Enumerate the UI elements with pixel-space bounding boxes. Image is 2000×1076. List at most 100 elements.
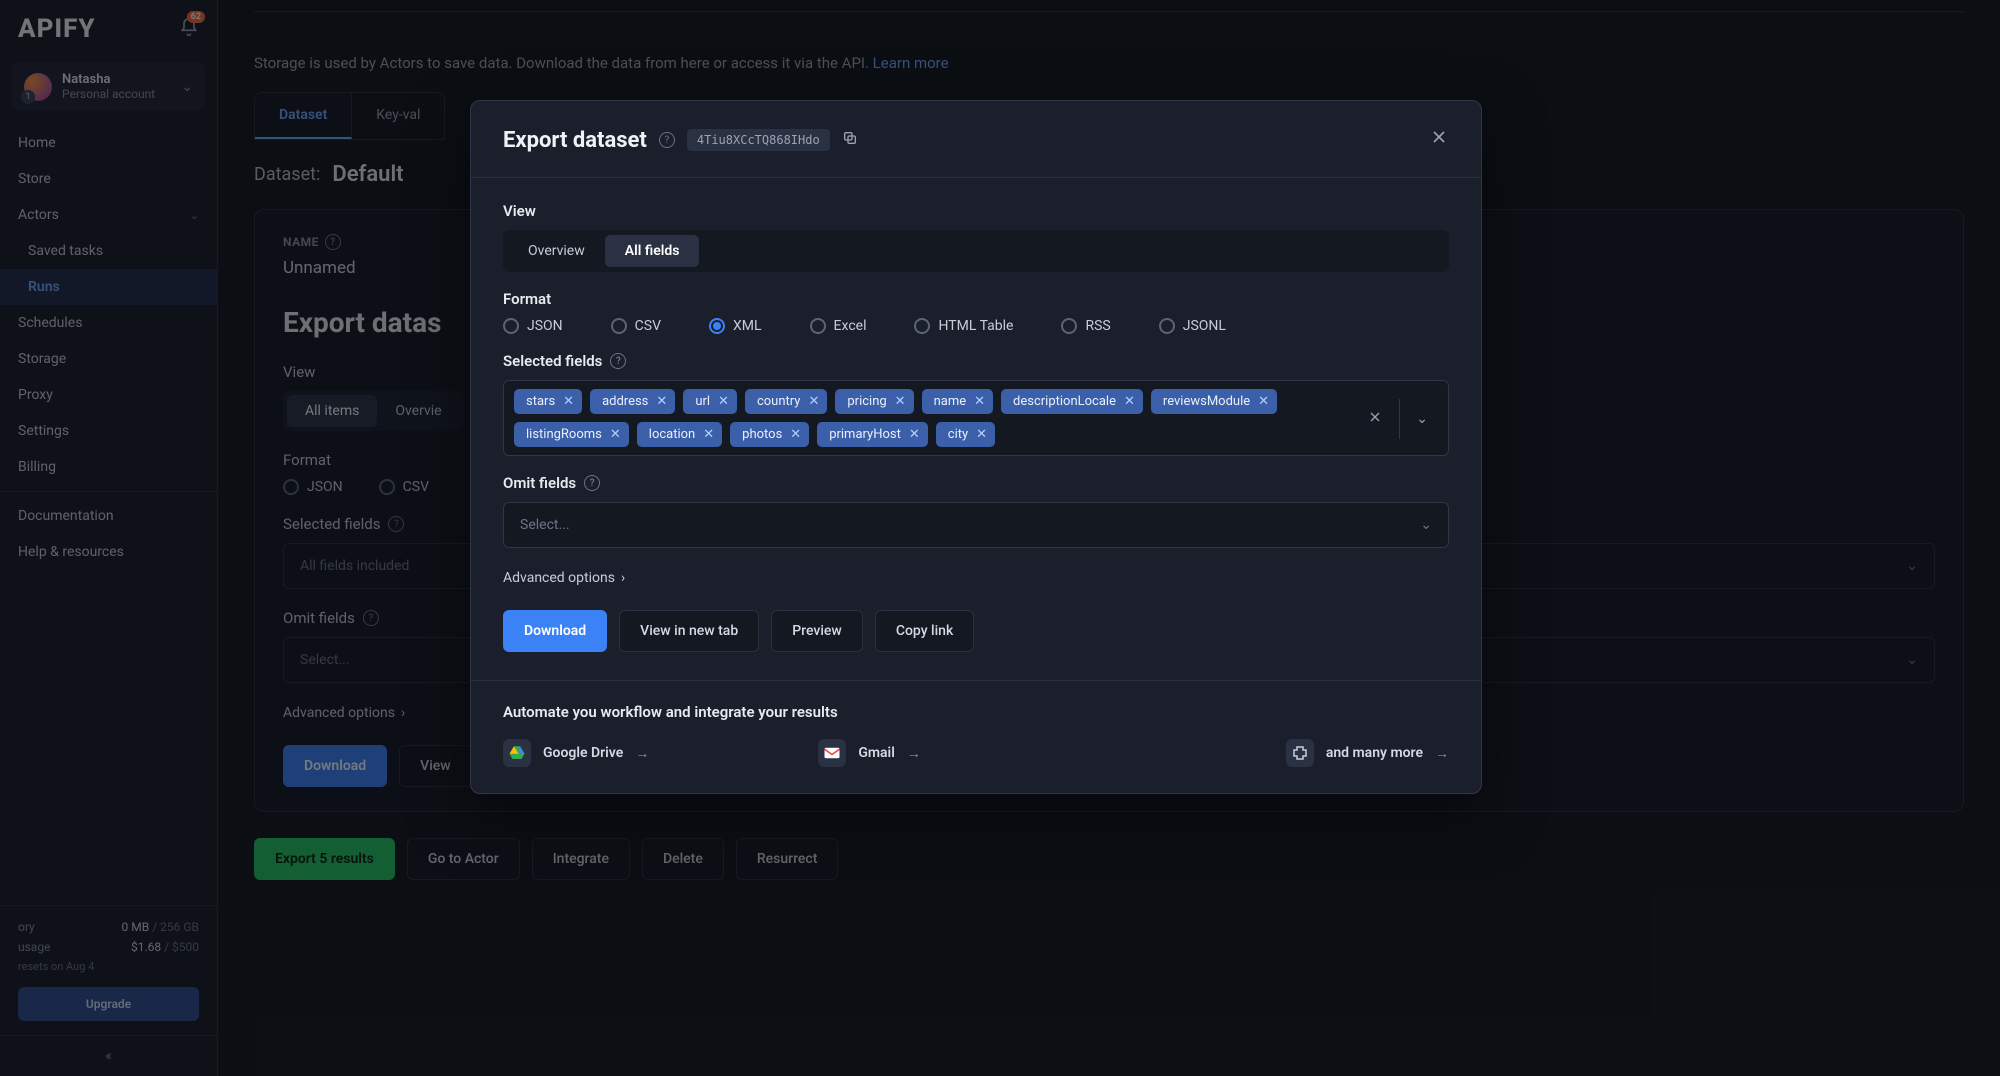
modal-title: Export dataset	[503, 128, 647, 153]
puzzle-icon	[1286, 739, 1314, 767]
close-icon	[1429, 127, 1449, 147]
modal-format-excel-label: Excel	[834, 318, 867, 334]
integration-gmail[interactable]: Gmail →	[818, 739, 1133, 767]
radio-icon	[1159, 318, 1175, 334]
modal-view-pill-group: Overview All fields	[503, 230, 1449, 272]
modal-format-jsonl-label: JSONL	[1183, 318, 1226, 334]
field-chip-label: address	[602, 394, 648, 409]
selected-fields-input[interactable]: stars✕address✕url✕country✕pricing✕name✕d…	[503, 380, 1449, 456]
modal-selected-fields-label: Selected fields ?	[503, 352, 1449, 370]
modal-preview-button[interactable]: Preview	[771, 610, 863, 652]
close-modal-button[interactable]	[1429, 127, 1449, 153]
modal-omit-fields-select[interactable]: Select... ⌄	[503, 502, 1449, 548]
field-chip: country ✕	[745, 389, 827, 414]
modal-advanced-options-toggle[interactable]: Advanced options ›	[503, 570, 1449, 586]
field-chip-label: url	[695, 394, 710, 409]
modal-view-all-fields[interactable]: All fields	[605, 235, 700, 267]
modal-format-label: Format	[503, 290, 1449, 308]
field-chip-label: country	[757, 394, 801, 409]
modal-format-xml-label: XML	[733, 318, 762, 334]
help-icon[interactable]: ?	[610, 353, 626, 369]
radio-icon	[914, 318, 930, 334]
modal-body: View Overview All fields Format JSON CSV…	[471, 177, 1481, 680]
chips-container: stars✕address✕url✕country✕pricing✕name✕d…	[514, 389, 1353, 447]
field-chip: listingRooms✕	[514, 422, 629, 447]
chevron-down-icon: ⌄	[1420, 517, 1432, 533]
field-chip-label: reviewsModule	[1163, 394, 1250, 409]
integration-google-drive[interactable]: Google Drive →	[503, 739, 818, 767]
modal-advanced-label: Advanced options	[503, 570, 615, 586]
field-chip: pricing ✕	[835, 389, 913, 414]
field-chip: stars ✕	[514, 389, 582, 414]
modal-format-jsonl[interactable]: JSONL	[1159, 318, 1226, 334]
modal-format-rss-label: RSS	[1085, 318, 1110, 334]
modal-format-html-label: HTML Table	[938, 318, 1013, 334]
field-chip: url ✕	[683, 389, 737, 414]
integration-gdrive-label: Google Drive	[543, 745, 623, 761]
modal-format-xml[interactable]: XML	[709, 318, 762, 334]
modal-view-overview[interactable]: Overview	[508, 235, 605, 267]
integration-gmail-label: Gmail	[858, 745, 895, 761]
automate-label: Automate you workflow and integrate your…	[503, 703, 1449, 721]
remove-chip-button[interactable]: ✕	[703, 427, 714, 442]
field-chip-label: photos	[742, 427, 782, 442]
integration-more[interactable]: and many more →	[1134, 739, 1449, 767]
arrow-right-icon: →	[907, 745, 921, 762]
modal-view-label: View	[503, 202, 1449, 220]
modal-format-csv[interactable]: CSV	[611, 318, 661, 334]
modal-omit-label-text: Omit fields	[503, 474, 576, 492]
modal-format-html[interactable]: HTML Table	[914, 318, 1013, 334]
remove-chip-button[interactable]: ✕	[718, 394, 729, 409]
remove-chip-button[interactable]: ✕	[909, 427, 920, 442]
modal-view-tab-button[interactable]: View in new tab	[619, 610, 759, 652]
field-chip: name✕	[922, 389, 993, 414]
export-dataset-modal: Export dataset ? 4Tiu8XCcTQ868IHdo View …	[470, 100, 1482, 794]
modal-download-button[interactable]: Download	[503, 610, 607, 652]
modal-omit-placeholder: Select...	[520, 517, 570, 533]
modal-format-rss[interactable]: RSS	[1061, 318, 1110, 334]
integrations-row: Google Drive → Gmail → and many more →	[503, 739, 1449, 767]
remove-chip-button[interactable]: ✕	[656, 394, 667, 409]
radio-icon	[503, 318, 519, 334]
modal-selected-label-text: Selected fields	[503, 352, 602, 370]
help-icon[interactable]: ?	[584, 475, 600, 491]
field-chip: photos ✕	[730, 422, 809, 447]
field-chip: primaryHost ✕	[817, 422, 928, 447]
remove-chip-button[interactable]: ✕	[974, 394, 985, 409]
modal-copy-link-button[interactable]: Copy link	[875, 610, 974, 652]
remove-chip-button[interactable]: ✕	[895, 394, 906, 409]
remove-chip-button[interactable]: ✕	[808, 394, 819, 409]
field-chip-label: pricing	[847, 394, 886, 409]
copy-id-button[interactable]	[842, 130, 858, 150]
help-icon[interactable]: ?	[659, 132, 675, 148]
remove-chip-button[interactable]: ✕	[1124, 394, 1135, 409]
modal-format-json[interactable]: JSON	[503, 318, 563, 334]
integration-more-label: and many more	[1326, 745, 1423, 761]
field-chip-label: location	[649, 427, 695, 442]
open-chips-dropdown[interactable]: ⌄	[1399, 399, 1428, 439]
field-chip-label: descriptionLocale	[1013, 394, 1116, 409]
field-chip-label: primaryHost	[829, 427, 901, 442]
modal-format-excel[interactable]: Excel	[810, 318, 867, 334]
remove-chip-button[interactable]: ✕	[976, 427, 987, 442]
arrow-right-icon: →	[635, 745, 649, 762]
chevron-right-icon: ›	[621, 570, 625, 586]
remove-chip-button[interactable]: ✕	[610, 427, 621, 442]
radio-icon	[611, 318, 627, 334]
field-chip: location ✕	[637, 422, 722, 447]
chip-controls: ⌄	[1353, 389, 1438, 439]
clear-chips-button[interactable]	[1367, 409, 1383, 429]
remove-chip-button[interactable]: ✕	[563, 394, 574, 409]
google-drive-icon	[503, 739, 531, 767]
radio-icon	[709, 318, 725, 334]
modal-format-json-label: JSON	[527, 318, 563, 334]
modal-button-row: Download View in new tab Preview Copy li…	[503, 610, 1449, 652]
modal-omit-fields-label: Omit fields ?	[503, 474, 1449, 492]
field-chip-label: stars	[526, 394, 555, 409]
arrow-right-icon: →	[1435, 745, 1449, 762]
gmail-icon	[818, 739, 846, 767]
remove-chip-button[interactable]: ✕	[790, 427, 801, 442]
copy-icon	[842, 130, 858, 146]
modal-format-csv-label: CSV	[635, 318, 661, 334]
remove-chip-button[interactable]: ✕	[1258, 394, 1269, 409]
